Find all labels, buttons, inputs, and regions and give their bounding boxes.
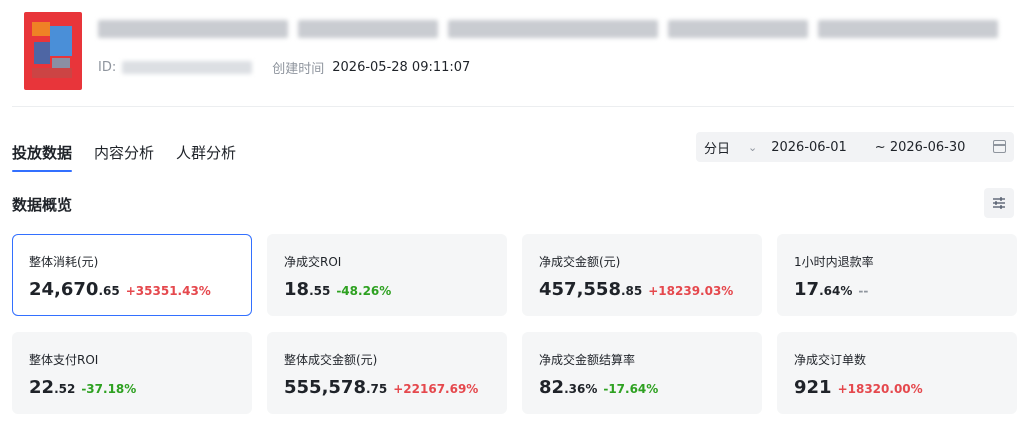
- id-label: ID:: [98, 59, 117, 75]
- metric-change: -48.26%: [336, 284, 392, 298]
- section-title: 数据概览: [12, 196, 73, 214]
- calendar-icon[interactable]: [993, 140, 1006, 153]
- start-date[interactable]: 2026-06-01: [771, 140, 847, 155]
- tab-bar: 投放数据 内容分析 人群分析: [12, 142, 258, 172]
- metric-card-net-gmv[interactable]: 净成交金额(元) 457,558.85 +18239.03%: [522, 234, 762, 316]
- metric-change: -17.64%: [603, 382, 659, 396]
- metric-label: 整体支付ROI: [29, 353, 99, 367]
- created-time-label: 创建时间: [272, 61, 325, 77]
- id-value-redacted: [122, 60, 253, 74]
- created-time-value: 2026-05-28 09:11:07: [332, 59, 471, 75]
- product-meta: ID: 创建时间 2026-05-28 09:11:07: [98, 58, 471, 77]
- metric-card-refund-rate-1h[interactable]: 1小时内退款率 17.64% --: [777, 234, 1017, 316]
- metric-change: +18320.00%: [837, 382, 923, 396]
- metric-label: 净成交订单数: [794, 353, 867, 367]
- product-thumbnail[interactable]: [24, 12, 82, 90]
- tab-delivery-data[interactable]: 投放数据: [12, 142, 73, 172]
- metric-card-total-pay-roi[interactable]: 整体支付ROI 22.52 -37.18%: [12, 332, 252, 414]
- metric-change: +18239.03%: [648, 284, 734, 298]
- metric-value: 82.36% -17.64%: [539, 377, 659, 398]
- metric-value: 921 +18320.00%: [794, 377, 923, 398]
- metric-value: 22.52 -37.18%: [29, 377, 137, 398]
- tab-audience-analysis[interactable]: 人群分析: [176, 142, 236, 172]
- metric-settings-button[interactable]: [984, 188, 1014, 218]
- product-title-redacted: [98, 18, 998, 40]
- metric-value: 555,578.75 +22167.69%: [284, 377, 479, 398]
- granularity-select[interactable]: 分日: [704, 138, 730, 157]
- metric-label: 整体成交金额(元): [284, 353, 378, 367]
- metric-card-total-gmv[interactable]: 整体成交金额(元) 555,578.75 +22167.69%: [267, 332, 507, 414]
- end-date[interactable]: ~ 2026-06-30: [875, 140, 966, 155]
- metric-change: +35351.43%: [125, 284, 211, 298]
- metric-label: 整体消耗(元): [29, 255, 99, 269]
- date-range-filter[interactable]: 分日 ⌄ 2026-06-01 ~ 2026-06-30: [696, 132, 1014, 162]
- metric-change: +22167.69%: [393, 382, 479, 396]
- header-divider: [12, 106, 1014, 107]
- settings-sliders-icon: [993, 197, 1005, 209]
- metric-value: 24,670.65 +35351.43%: [29, 279, 211, 300]
- metric-label: 净成交金额结算率: [539, 353, 636, 367]
- chevron-down-icon[interactable]: ⌄: [748, 141, 757, 154]
- metric-label: 净成交ROI: [284, 255, 342, 269]
- metric-change: -37.18%: [81, 382, 137, 396]
- metric-label: 净成交金额(元): [539, 255, 621, 269]
- metric-card-net-orders[interactable]: 净成交订单数 921 +18320.00%: [777, 332, 1017, 414]
- metric-change: --: [858, 284, 869, 298]
- metric-card-settlement-rate[interactable]: 净成交金额结算率 82.36% -17.64%: [522, 332, 762, 414]
- metric-card-total-spend[interactable]: 整体消耗(元) 24,670.65 +35351.43%: [12, 234, 252, 316]
- metric-value: 18.55 -48.26%: [284, 279, 392, 300]
- metric-value: 457,558.85 +18239.03%: [539, 279, 734, 300]
- metric-label: 1小时内退款率: [794, 255, 874, 269]
- metric-card-net-roi[interactable]: 净成交ROI 18.55 -48.26%: [267, 234, 507, 316]
- metric-value: 17.64% --: [794, 279, 869, 300]
- tab-content-analysis[interactable]: 内容分析: [94, 142, 154, 172]
